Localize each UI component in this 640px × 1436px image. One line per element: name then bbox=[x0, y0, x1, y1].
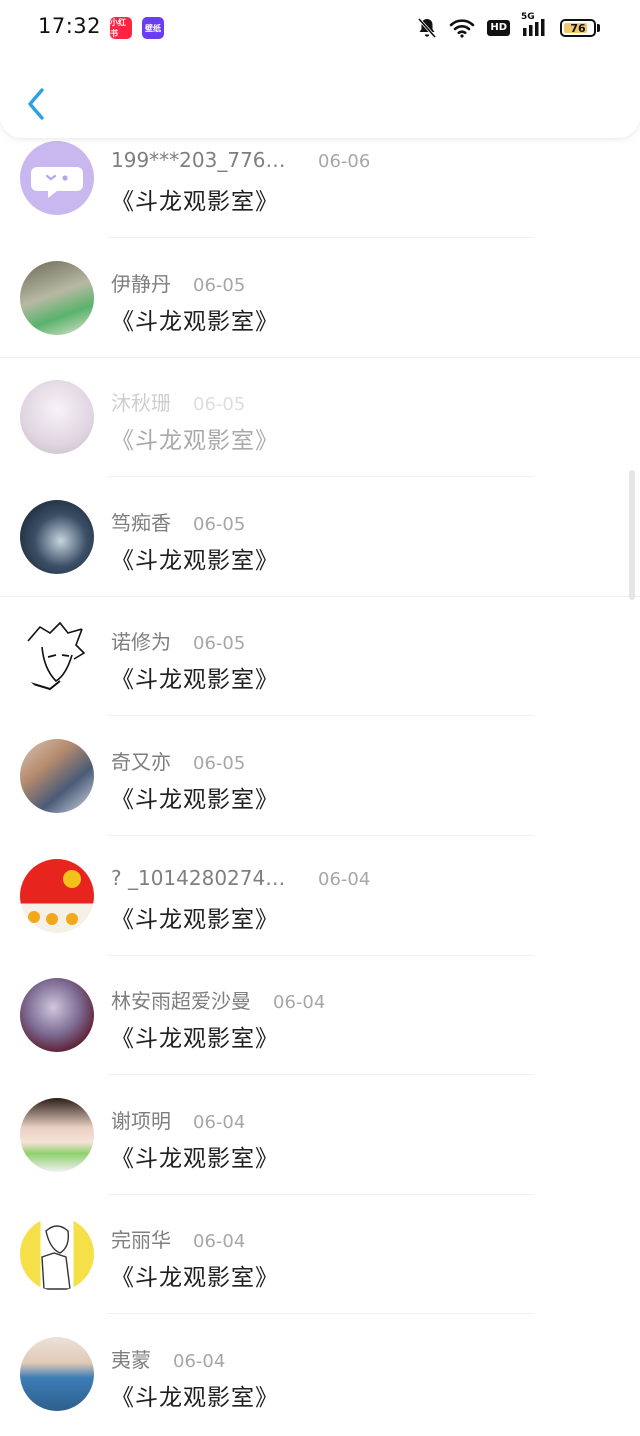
user-avatar[interactable] bbox=[20, 1217, 94, 1292]
list-item[interactable]: 伊静丹 06-05 《斗龙观影室》 bbox=[0, 240, 640, 360]
list-item[interactable]: ? _101428027451... 06-04 《斗龙观影室》 bbox=[0, 838, 640, 958]
network-type-label: 5G bbox=[521, 12, 535, 22]
comment-text: 《斗龙观影室》 bbox=[111, 786, 279, 813]
comment-date: 06-04 bbox=[273, 992, 326, 1014]
username[interactable]: 谢项明 bbox=[111, 1105, 171, 1134]
comment-date: 06-04 bbox=[318, 868, 371, 890]
back-button[interactable] bbox=[18, 84, 54, 124]
username[interactable]: ? _101428027451... bbox=[111, 866, 296, 890]
wallpaper-notification-icon: 壁纸 bbox=[142, 17, 164, 39]
divider bbox=[108, 1074, 534, 1076]
comment-text: 《斗龙观影室》 bbox=[111, 667, 279, 694]
username[interactable]: 伊静丹 bbox=[111, 268, 171, 297]
status-bar: 17:32 小红书 壁纸 HD 5G 76 bbox=[0, 0, 640, 58]
divider bbox=[108, 476, 534, 478]
sketch-portrait-icon bbox=[27, 622, 86, 691]
list-item[interactable]: 笃痴香 06-05 《斗龙观影室》 bbox=[0, 479, 640, 599]
username[interactable]: 诺修为 bbox=[111, 626, 171, 655]
username[interactable]: 林安雨超爱沙曼 bbox=[111, 985, 251, 1014]
xiaohongshu-notification-icon: 小红书 bbox=[110, 17, 132, 39]
divider bbox=[108, 1313, 534, 1315]
comment-text: 《斗龙观影室》 bbox=[111, 1145, 279, 1172]
wifi-icon bbox=[449, 18, 475, 38]
comment-text: 《斗龙观影室》 bbox=[111, 308, 279, 335]
user-avatar[interactable] bbox=[20, 978, 94, 1053]
comment-date: 06-05 bbox=[193, 752, 246, 774]
hd-icon: HD bbox=[487, 20, 510, 36]
comment-text: 《斗龙观影室》 bbox=[111, 1026, 279, 1053]
divider bbox=[0, 595, 640, 597]
user-avatar[interactable] bbox=[20, 260, 94, 335]
chevron-left-icon bbox=[28, 88, 44, 120]
user-avatar[interactable] bbox=[20, 141, 94, 215]
list-item[interactable]: 完丽华 06-04 《斗龙观影室》 bbox=[0, 1196, 640, 1316]
list-item[interactable]: 诺修为 06-05 《斗龙观影室》 bbox=[0, 598, 640, 718]
user-avatar[interactable] bbox=[20, 738, 94, 813]
username[interactable]: 完丽华 bbox=[111, 1224, 171, 1253]
default-chat-avatar-icon bbox=[31, 167, 83, 198]
bell-muted-icon bbox=[417, 17, 437, 39]
divider bbox=[108, 1193, 534, 1195]
comment-date: 06-05 bbox=[193, 394, 246, 416]
comment-date: 06-04 bbox=[173, 1350, 226, 1372]
list-item[interactable]: 谢项明 06-04 《斗龙观影室》 bbox=[0, 1077, 640, 1197]
comment-text: 《斗龙观影室》 bbox=[111, 906, 279, 933]
comment-text: 《斗龙观影室》 bbox=[111, 1265, 279, 1292]
divider bbox=[108, 237, 534, 238]
comment-date: 06-05 bbox=[193, 274, 246, 296]
list-item[interactable]: 夷蒙 06-04 《斗龙观影室》 bbox=[0, 1316, 640, 1436]
list-item[interactable]: 林安雨超爱沙曼 06-04 《斗龙观影室》 bbox=[0, 957, 640, 1077]
divider bbox=[108, 834, 534, 836]
user-avatar[interactable] bbox=[20, 499, 94, 574]
username[interactable]: 奇又亦 bbox=[111, 746, 171, 775]
comment-date: 06-06 bbox=[318, 151, 371, 172]
battery-icon: 76 bbox=[560, 19, 600, 37]
comment-date: 06-04 bbox=[193, 1111, 246, 1133]
list-item[interactable]: 沐秋珊 06-05 《斗龙观影室》 bbox=[0, 359, 640, 479]
comment-text: 《斗龙观影室》 bbox=[111, 189, 279, 215]
scrollbar[interactable] bbox=[629, 470, 635, 600]
divider bbox=[108, 954, 534, 956]
user-avatar[interactable] bbox=[20, 858, 94, 933]
divider bbox=[108, 715, 534, 717]
status-icons: HD 5G 76 bbox=[417, 12, 600, 42]
comment-text: 《斗龙观影室》 bbox=[111, 1384, 279, 1411]
user-avatar[interactable] bbox=[20, 619, 94, 694]
comment-date: 06-04 bbox=[193, 1231, 246, 1253]
username[interactable]: 199***203_77648... bbox=[111, 148, 296, 172]
flower-icon bbox=[28, 869, 81, 925]
user-avatar[interactable] bbox=[20, 1097, 94, 1172]
comment-list: 199***203_77648... 06-06 《斗龙观影室》 伊静丹 06-… bbox=[0, 120, 640, 1436]
user-avatar[interactable] bbox=[20, 380, 94, 455]
username[interactable]: 笃痴香 bbox=[111, 507, 171, 536]
status-time: 17:32 bbox=[38, 14, 102, 38]
username[interactable]: 沐秋珊 bbox=[111, 387, 171, 416]
list-item[interactable]: 奇又亦 06-05 《斗龙观影室》 bbox=[0, 718, 640, 838]
divider bbox=[0, 356, 640, 358]
signal-5g-icon: 5G bbox=[521, 12, 548, 38]
battery-level: 76 bbox=[570, 21, 586, 35]
comment-text: 《斗龙观影室》 bbox=[111, 547, 279, 574]
comment-date: 06-05 bbox=[193, 633, 246, 655]
comment-date: 06-05 bbox=[193, 513, 246, 535]
sketch-figure-icon bbox=[41, 1225, 71, 1291]
username[interactable]: 夷蒙 bbox=[111, 1344, 151, 1373]
user-avatar[interactable] bbox=[20, 1336, 94, 1411]
top-bar: 17:32 小红书 壁纸 HD 5G 76 bbox=[0, 0, 640, 138]
comment-text: 《斗龙观影室》 bbox=[111, 428, 279, 455]
